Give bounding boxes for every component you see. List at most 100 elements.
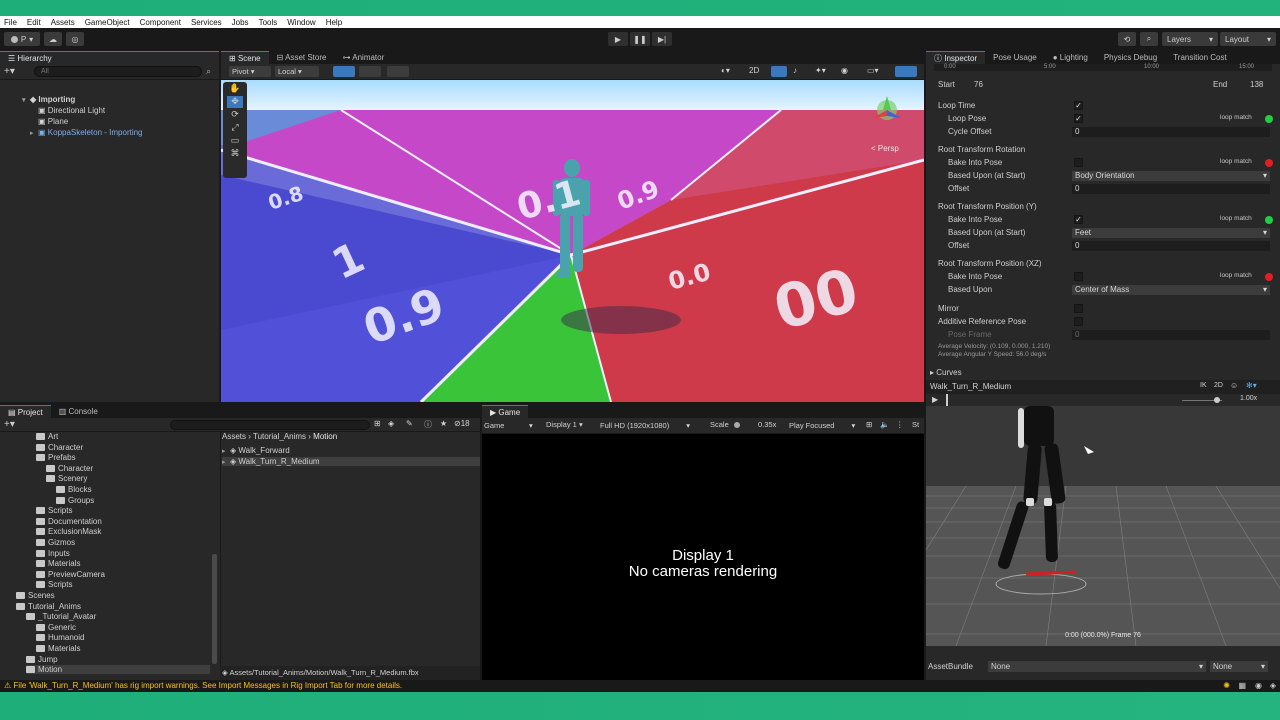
project-folder-item[interactable]: Motion	[26, 665, 210, 675]
cloud-icon[interactable]: ☁	[44, 32, 62, 46]
gizmos-icon[interactable]	[895, 66, 917, 77]
rotation-offset-field[interactable]: 0	[1072, 184, 1270, 194]
cycle-offset-field[interactable]: 0	[1072, 127, 1270, 137]
game-viewport[interactable]: Display 1 No cameras rendering	[482, 434, 924, 680]
shading-icon[interactable]: ◐▾	[721, 66, 741, 77]
tab-console[interactable]: ▥ Console	[51, 405, 106, 418]
scale-slider[interactable]	[734, 422, 754, 428]
project-folder-item[interactable]: Inputs	[36, 549, 70, 558]
project-folder-item[interactable]: Blocks	[56, 485, 92, 494]
position-y-based-dropdown[interactable]: Feet ▾	[1072, 228, 1270, 238]
lighting-icon[interactable]	[771, 66, 787, 77]
menu-component[interactable]: Component	[140, 18, 181, 27]
local-dropdown[interactable]: Local ▾	[275, 66, 319, 77]
tab-inspector[interactable]: ⓘ Inspector	[926, 51, 986, 64]
tag-icon[interactable]: ✎	[406, 419, 413, 428]
tab-scene[interactable]: ⊞ Scene	[221, 51, 269, 64]
grid-icon[interactable]	[359, 66, 381, 77]
tab-animator[interactable]: ⊶ Animator	[334, 51, 392, 64]
preview-viewport[interactable]: 0:00 (000.0%) Frame 76	[926, 406, 1280, 646]
preview-speed-knob[interactable]	[1214, 397, 1220, 403]
menu-services[interactable]: Services	[191, 18, 222, 27]
tab-transition-cost[interactable]: Transition Cost	[1165, 51, 1235, 64]
file-walk-forward[interactable]: ▸ ◈ Walk_Forward	[222, 446, 290, 455]
project-folder-item[interactable]: Character	[46, 464, 93, 473]
additive-checkbox[interactable]	[1074, 317, 1083, 326]
layers-dropdown[interactable]: Layers ▾	[1162, 32, 1218, 46]
grid-snap-icon[interactable]	[333, 66, 355, 77]
position-xz-bake-checkbox[interactable]	[1074, 272, 1083, 281]
menu-help[interactable]: Help	[326, 18, 342, 27]
file-walk-turn[interactable]: ▸ ◈ Walk_Turn_R_Medium	[222, 457, 480, 466]
tree-scrollbar[interactable]	[212, 554, 217, 664]
assetbundle-dropdown[interactable]: None ▾	[988, 661, 1206, 672]
project-folder-item[interactable]: Scripts	[36, 580, 72, 589]
rotation-based-dropdown[interactable]: Body Orientation ▾	[1072, 171, 1270, 181]
account-button[interactable]: P ▾	[4, 32, 40, 46]
project-folder-item[interactable]: Prefabs	[36, 453, 76, 462]
pivot-toggle-icon[interactable]: ✻▾	[1246, 381, 1257, 390]
gizmo-game-icon[interactable]: ⋮	[896, 420, 904, 429]
effects-icon[interactable]: ✦▾	[815, 66, 835, 77]
transform-tool-icon[interactable]: ⌘	[227, 148, 243, 160]
rotate-tool-icon[interactable]: ⟳	[227, 109, 243, 121]
tab-lighting[interactable]: ● Lighting	[1045, 51, 1096, 64]
start-field[interactable]: 76	[974, 80, 983, 89]
step-button[interactable]: ▶|	[652, 32, 672, 46]
rect-tool-icon[interactable]: ▭	[227, 135, 243, 147]
project-folder-item[interactable]: ExclusionMask	[36, 527, 101, 536]
menu-assets[interactable]: Assets	[51, 18, 75, 27]
project-folder-item[interactable]: Tutorial_Anims	[16, 602, 81, 611]
debug-icon[interactable]: ▦	[1238, 680, 1246, 692]
tab-pose-usage[interactable]: Pose Usage	[985, 51, 1045, 64]
project-folder-item[interactable]: _Tutorial_Avatar	[26, 612, 96, 621]
project-folder-item[interactable]: Scenery	[46, 474, 87, 483]
audio-icon[interactable]: ♪	[793, 66, 809, 77]
hierarchy-item-skeleton[interactable]: ▸ ▣ KoppaSkeleton - Importing	[30, 128, 143, 137]
visibility-icon[interactable]: ◉	[841, 66, 857, 77]
project-folder-item[interactable]: Humanoid	[36, 633, 84, 642]
preview-play-icon[interactable]: ▶	[932, 395, 938, 404]
assetbundle-variant-dropdown[interactable]: None ▾	[1210, 661, 1268, 672]
hierarchy-item-light[interactable]: ▣ Directional Light	[38, 106, 105, 115]
hierarchy-item-scene[interactable]: ▾ ◆ Importing	[22, 95, 75, 104]
hierarchy-item-plane[interactable]: ▣ Plane	[38, 117, 68, 126]
project-folder-item[interactable]: Jump	[26, 655, 58, 664]
pivot-dropdown[interactable]: Pivot ▾	[229, 66, 271, 77]
display-dropdown[interactable]: Display 1 ▾	[546, 420, 583, 429]
project-folder-item[interactable]: Materials	[36, 644, 80, 653]
menu-edit[interactable]: Edit	[27, 18, 41, 27]
tab-physics-debug[interactable]: Physics Debug	[1096, 51, 1165, 64]
stats-button[interactable]: St	[912, 420, 919, 429]
scene-viewport[interactable]: 1 0.9 0.8 0.9 0.1 00 0.0 < Persp ✋ ✥ ⟳ ⤢…	[221, 80, 924, 402]
scale-tool-icon[interactable]: ⤢	[227, 122, 243, 134]
add-icon[interactable]: +▾	[4, 419, 15, 430]
project-folder-item[interactable]: Art	[36, 432, 58, 441]
loop-pose-checkbox[interactable]: ✓	[1074, 114, 1083, 123]
project-folder-item[interactable]: Documentation	[36, 517, 102, 526]
position-y-bake-checkbox[interactable]: ✓	[1074, 215, 1083, 224]
breadcrumb-item[interactable]: Tutorial_Anims	[253, 432, 306, 441]
status-message[interactable]: File 'Walk_Turn_R_Medium' has rig import…	[13, 681, 402, 690]
breadcrumb-item[interactable]: Assets	[222, 432, 246, 441]
star-icon[interactable]: ★	[440, 419, 447, 428]
resolution-dropdown[interactable]: Full HD (1920x1080) ▾	[600, 420, 690, 431]
mirror-checkbox[interactable]	[1074, 304, 1083, 313]
search-icon[interactable]: ⌕	[206, 66, 211, 77]
project-folder-item[interactable]: Gizmos	[36, 538, 75, 547]
project-folder-item[interactable]: Groups	[56, 496, 94, 505]
hand-tool-icon[interactable]: ✋	[227, 83, 243, 95]
add-icon[interactable]: +▾	[4, 66, 15, 77]
progress-icon[interactable]: ✺	[1223, 680, 1230, 692]
mute-audio-icon[interactable]: 🔈	[880, 420, 889, 429]
timeline-ruler[interactable]: 0:00 5:00 10:00 15:00	[934, 64, 1272, 71]
menu-gameobject[interactable]: GameObject	[85, 18, 130, 27]
collab-icon[interactable]: ◎	[66, 32, 84, 46]
project-search-input[interactable]	[170, 420, 370, 430]
preview-2d-toggle[interactable]: 2D	[1214, 382, 1223, 389]
project-folder-item[interactable]: PreviewCamera	[36, 570, 105, 579]
project-folder-item[interactable]: Scripts	[36, 506, 72, 515]
persp-label[interactable]: < Persp	[871, 144, 899, 153]
play-button[interactable]: ▶	[608, 32, 628, 46]
project-folder-item[interactable]: Materials	[36, 559, 80, 568]
